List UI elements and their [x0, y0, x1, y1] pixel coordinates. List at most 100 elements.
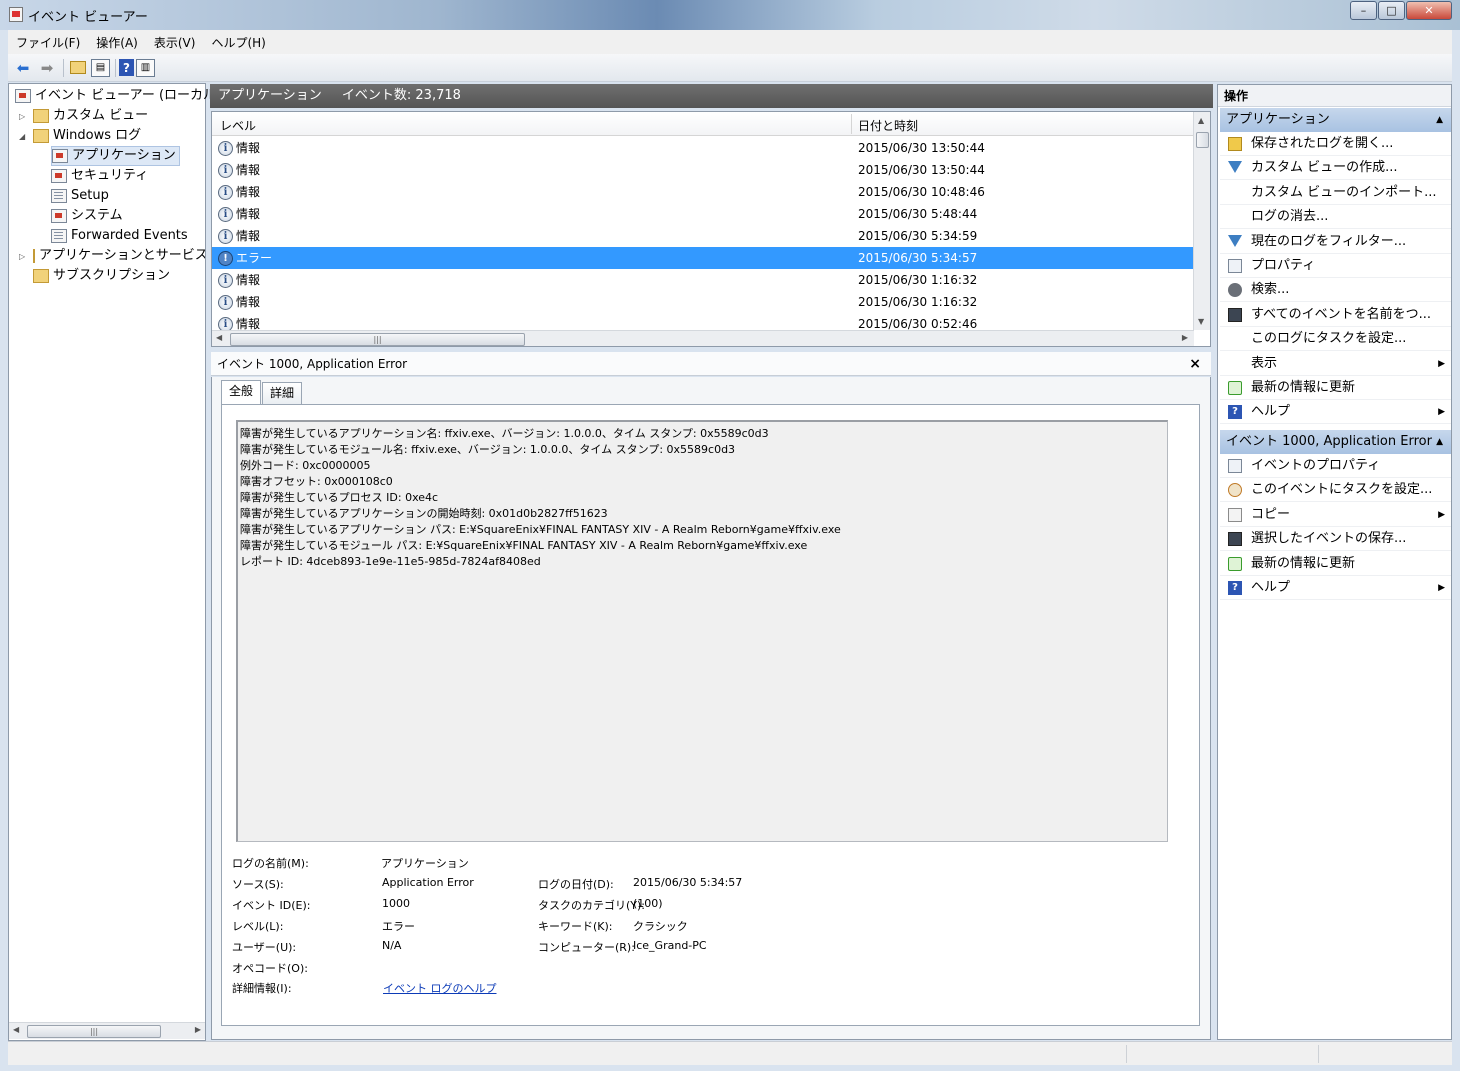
menu-help[interactable]: ヘルプ(H) [211, 34, 265, 51]
table-row[interactable]: i 情報 2015/06/30 5:34:59 [212, 225, 1194, 247]
event-list: レベル 日付と時刻 i 情報 2015/06/30 13:50:44 i 情報 2015/… [211, 111, 1211, 347]
tree-item-system[interactable]: システム [51, 206, 123, 226]
table-row[interactable]: i 情報 2015/06/30 1:16:32 [212, 269, 1194, 291]
table-row[interactable]: i 情報 2015/06/30 1:16:32 [212, 291, 1194, 313]
event-viewer-icon [15, 89, 31, 103]
scroll-right-icon[interactable]: ▶ [195, 1025, 201, 1034]
action-item[interactable]: このログにタスクを設定... [1220, 327, 1451, 352]
level-text: 情報 [236, 229, 261, 243]
minimize-button[interactable]: – [1350, 1, 1377, 20]
up-folder-icon[interactable] [67, 57, 89, 79]
action-item[interactable]: 保存されたログを開く... [1220, 132, 1451, 156]
scroll-right-icon[interactable]: ▶ [1182, 333, 1188, 342]
scroll-thumb[interactable]: ||| [27, 1025, 161, 1038]
expand-icon[interactable]: ▷ [19, 252, 25, 261]
action-item[interactable]: 表示 ▶ [1220, 352, 1451, 376]
action-item[interactable]: すべてのイベントを名前をつ... [1220, 303, 1451, 327]
forward-arrow-icon[interactable]: ➡ [36, 57, 58, 79]
tree-item-root[interactable]: イベント ビューアー (ローカル) [15, 86, 221, 106]
actions-section-event[interactable]: イベント 1000, Application Error ▲ [1220, 430, 1451, 454]
level-cell: i 情報 [218, 291, 260, 313]
action-item[interactable]: ? ヘルプ ▶ [1220, 576, 1451, 600]
info-icon: i [218, 162, 233, 178]
tree-item-windows-logs[interactable]: Windows ログ [33, 126, 141, 146]
level-text: 情報 [236, 207, 261, 221]
level-text: エラー [236, 251, 273, 265]
help-icon[interactable]: ? [119, 59, 134, 76]
show-hide-tree-icon[interactable]: ▤ [91, 58, 110, 77]
menu-action[interactable]: 操作(A) [96, 34, 138, 51]
table-row[interactable]: i 情報 2015/06/30 13:50:44 [212, 159, 1194, 181]
tree-item-subscriptions[interactable]: サブスクリプション [33, 266, 170, 286]
action-item[interactable]: コピー ▶ [1220, 503, 1451, 527]
tab-general[interactable]: 全般 [221, 380, 262, 404]
action-item[interactable]: プロパティ [1220, 254, 1451, 278]
event-message[interactable]: 障害が発生しているアプリケーション名: ffxiv.exe、バージョン: 1.0… [236, 420, 1168, 842]
scroll-left-icon[interactable]: ◀ [216, 333, 222, 342]
column-header-datetime[interactable]: 日付と時刻 [858, 117, 918, 134]
datetime-cell: 2015/06/30 1:16:32 [858, 295, 978, 309]
tree-item-forwarded-events[interactable]: Forwarded Events [51, 226, 188, 246]
action-label: カスタム ビューの作成... [1251, 160, 1398, 176]
table-row[interactable]: i 情報 2015/06/30 10:48:46 [212, 181, 1194, 203]
tree-item-application[interactable]: アプリケーション [51, 146, 180, 166]
event-list-horizontal-scrollbar[interactable]: ◀ ||| ▶ [212, 330, 1194, 346]
tree-item-label: アプリケーションとサービス ログ [39, 248, 205, 263]
tree-item-apps-services[interactable]: アプリケーションとサービス ログ [33, 246, 205, 266]
action-item[interactable]: 現在のログをフィルター... [1220, 230, 1451, 254]
table-row[interactable]: i 情報 2015/06/30 5:48:44 [212, 203, 1194, 225]
action-item[interactable]: このイベントにタスクを設定... [1220, 478, 1451, 503]
folder-icon [33, 109, 49, 123]
logged-label: ログの日付(D): [538, 878, 614, 891]
maximize-button[interactable]: □ [1378, 1, 1405, 20]
column-header-level[interactable]: レベル [220, 117, 256, 134]
tree-horizontal-scrollbar[interactable]: ◀ ||| ▶ [9, 1022, 205, 1039]
expand-icon[interactable]: ▷ [19, 112, 25, 121]
column-divider[interactable] [851, 114, 852, 134]
action-item[interactable]: 最新の情報に更新 [1220, 376, 1451, 400]
tree-item-security[interactable]: セキュリティ [51, 166, 148, 186]
scroll-thumb[interactable]: ||| [230, 333, 525, 346]
scroll-up-icon[interactable]: ▲ [1198, 116, 1204, 125]
info-icon: i [218, 294, 233, 310]
action-item[interactable]: ログの消去... [1220, 205, 1451, 230]
collapse-icon[interactable]: ◢ [19, 132, 25, 141]
submenu-arrow-icon: ▶ [1438, 407, 1445, 418]
event-list-vertical-scrollbar[interactable]: ▲ ▼ [1193, 112, 1210, 330]
action-item[interactable]: カスタム ビューの作成... [1220, 156, 1451, 181]
action-label: 保存されたログを開く... [1251, 136, 1394, 151]
close-detail-button[interactable]: × [1189, 352, 1201, 376]
back-arrow-icon[interactable]: ⬅ [12, 57, 34, 79]
scroll-left-icon[interactable]: ◀ [13, 1025, 19, 1034]
scroll-thumb[interactable] [1196, 132, 1209, 148]
scroll-down-icon[interactable]: ▼ [1198, 317, 1204, 326]
toolbar-separator [115, 58, 116, 77]
actions-pane: 操作 アプリケーション ▲ 保存されたログを開く... カスタム ビューの作成..… [1217, 84, 1452, 1040]
tree-item-label: Setup [71, 188, 109, 203]
collapse-icon[interactable]: ▲ [1436, 430, 1443, 454]
menu-view[interactable]: 表示(V) [154, 34, 196, 51]
event-log-help-link[interactable]: イベント ログのヘルプ [383, 980, 497, 996]
action-item[interactable]: イベントのプロパティ [1220, 454, 1451, 478]
action-item[interactable]: 最新の情報に更新 [1220, 552, 1451, 576]
table-row[interactable]: i 情報 2015/06/30 13:50:44 [212, 137, 1194, 159]
close-button[interactable]: ✕ [1406, 1, 1452, 20]
tree-item-custom-views[interactable]: カスタム ビュー [33, 106, 148, 126]
show-hide-action-pane-icon[interactable]: ▥ [136, 58, 155, 77]
collapse-icon[interactable]: ▲ [1436, 108, 1443, 132]
table-row[interactable]: ! エラー 2015/06/30 5:34:57 [212, 247, 1194, 269]
tree-item-label: システム [71, 208, 123, 223]
action-item[interactable]: 選択したイベントの保存... [1220, 527, 1451, 552]
keywords-value: クラシック [633, 920, 688, 933]
tree-item-setup[interactable]: Setup [51, 186, 109, 206]
level-cell: ! エラー [218, 247, 272, 269]
computer-label: コンピューター(R): [538, 941, 635, 954]
actions-section-application[interactable]: アプリケーション ▲ [1220, 108, 1451, 132]
refresh-icon [1228, 381, 1242, 395]
tab-details[interactable]: 詳細 [262, 382, 303, 404]
menu-file[interactable]: ファイル(F) [16, 34, 80, 51]
action-item[interactable]: カスタム ビューのインポート... [1220, 181, 1451, 205]
copy-icon [1228, 507, 1242, 522]
action-item[interactable]: ? ヘルプ ▶ [1220, 400, 1451, 425]
action-item[interactable]: 検索... [1220, 278, 1451, 303]
